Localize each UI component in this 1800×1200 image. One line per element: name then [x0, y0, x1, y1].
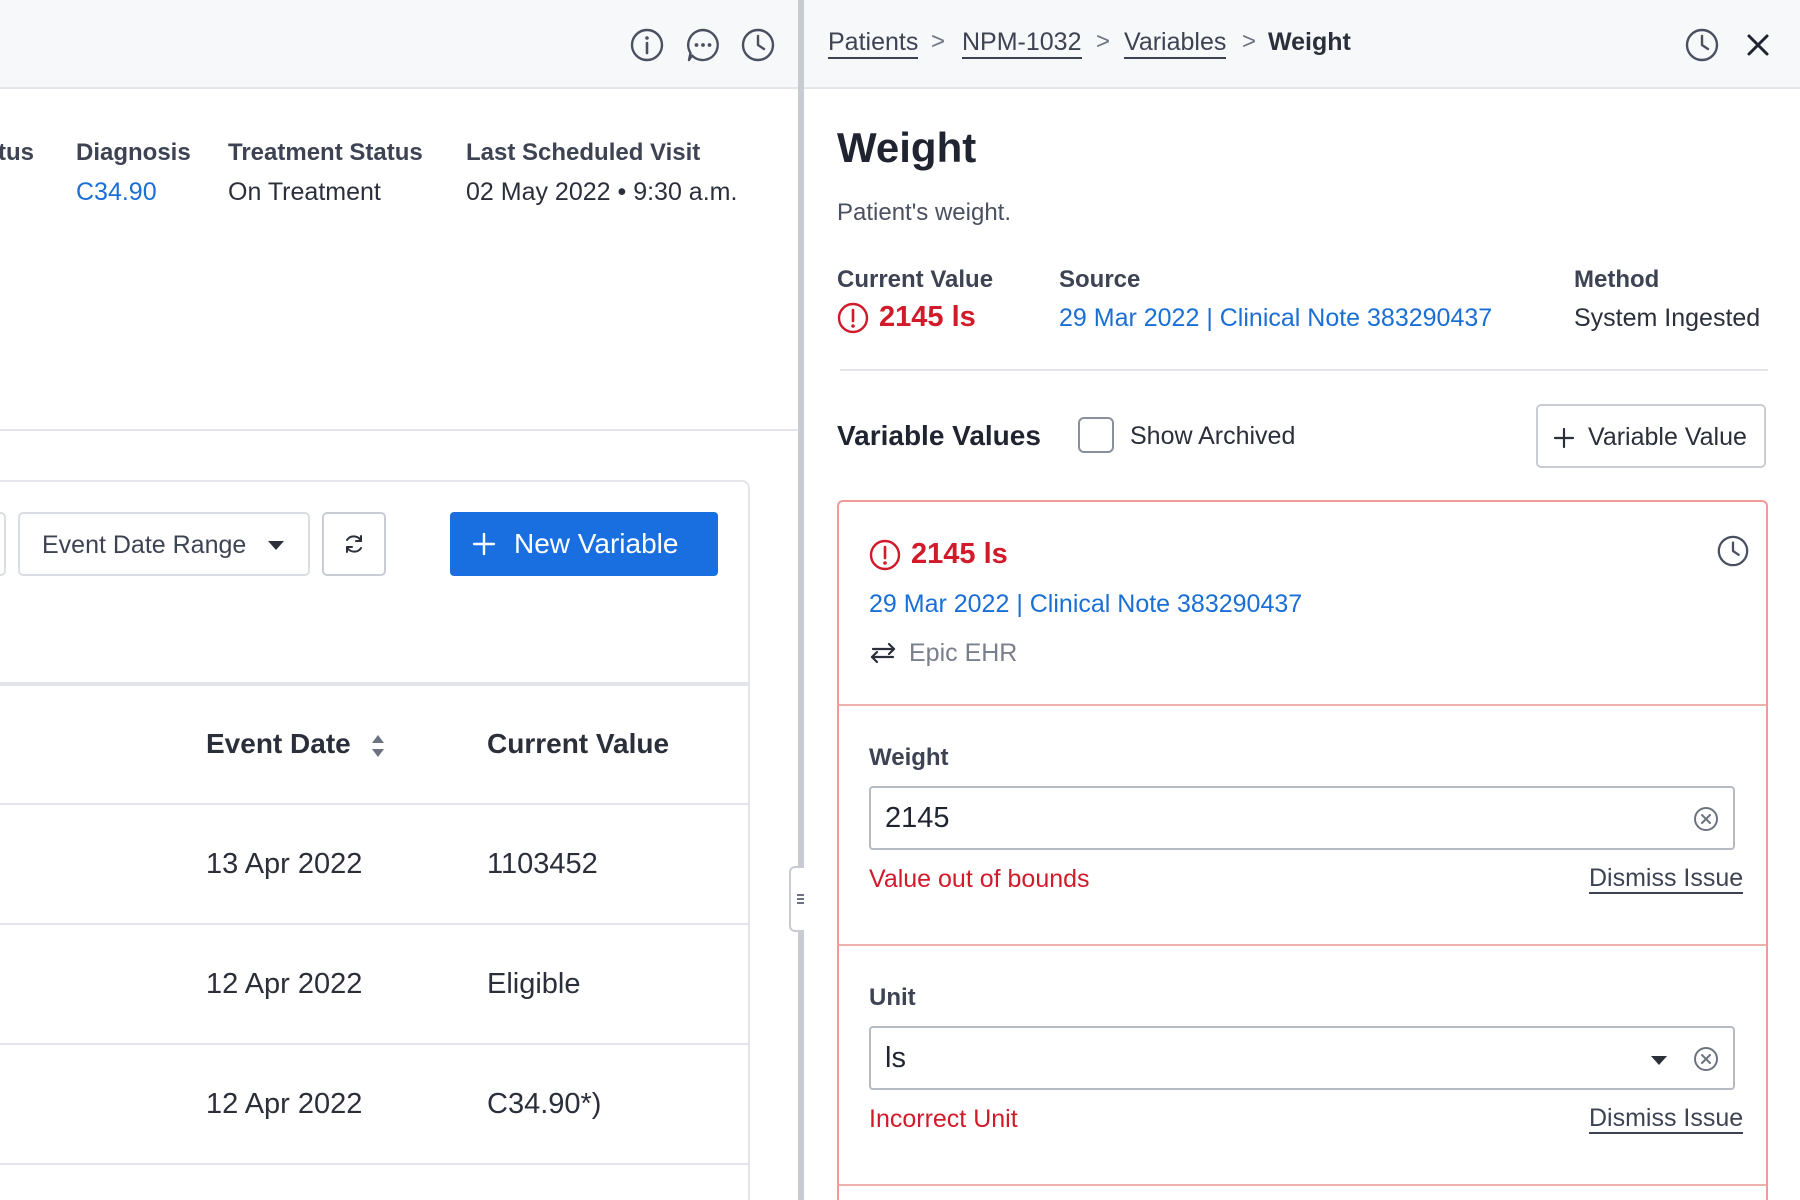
event-date-range-dropdown[interactable]: Event Date Range — [18, 512, 310, 576]
chevron-right-icon: > — [1242, 28, 1257, 55]
breadcrumb-patients[interactable]: Patients — [828, 27, 919, 59]
alert-circle-icon — [837, 302, 869, 333]
sort-icon[interactable] — [371, 734, 385, 758]
refresh-button[interactable] — [322, 512, 386, 576]
column-header-event-date[interactable]: Event Date — [206, 728, 385, 760]
card-value-text: 2145 ls — [911, 538, 1008, 570]
unit-field-label: Unit — [869, 984, 916, 1011]
dismiss-issue-link[interactable]: Dismiss Issue — [1589, 864, 1744, 894]
unit-select[interactable]: ls — [869, 1026, 1735, 1090]
card-divider — [839, 1184, 1766, 1186]
clear-icon[interactable] — [1693, 1046, 1719, 1072]
history-icon[interactable] — [1716, 534, 1750, 568]
show-archived-label[interactable]: Show Archived — [1130, 422, 1295, 451]
breadcrumb-variables[interactable]: Variables — [1124, 27, 1227, 59]
caret-down-icon — [1651, 1056, 1667, 1065]
card-divider — [839, 704, 1766, 706]
current-value-text: 2145 ls — [879, 301, 976, 333]
add-variable-value-button[interactable]: Variable Value — [1536, 404, 1766, 468]
plus-icon — [472, 532, 496, 556]
weight-input-value: 2145 — [885, 802, 950, 834]
left-toolbar — [0, 0, 798, 89]
row-divider — [0, 923, 750, 925]
page-description: Patient's weight. — [837, 199, 1012, 226]
info-icon[interactable] — [629, 27, 665, 63]
add-variable-value-label: Variable Value — [1588, 423, 1747, 451]
row-2-event-date: 12 Apr 2022 — [206, 968, 363, 1000]
source-link[interactable]: 29 Mar 2022 | Clinical Note 383290437 — [1059, 304, 1492, 333]
row-divider — [0, 803, 750, 805]
card-value: 2145 ls — [869, 538, 1008, 571]
filter-control-partial[interactable] — [0, 512, 6, 576]
variables-card — [0, 480, 750, 1200]
breadcrumb-current: Weight — [1268, 28, 1351, 56]
row-3-event-date: 12 Apr 2022 — [206, 1088, 363, 1120]
diagnosis-value[interactable]: C34.90 — [76, 178, 157, 207]
current-value: 2145 ls — [837, 301, 976, 334]
weight-field-label: Weight — [869, 744, 949, 771]
divider — [840, 369, 1768, 371]
sync-arrows-icon — [870, 643, 896, 664]
divider — [0, 429, 798, 431]
treatment-status-label: Treatment Status — [228, 139, 423, 166]
column-header-label: Event Date — [206, 728, 351, 759]
last-visit-value: 02 May 2022 • 9:30 a.m. — [466, 178, 738, 206]
new-variable-label: New Variable — [514, 528, 679, 559]
show-archived-checkbox[interactable] — [1078, 417, 1114, 453]
row-2-current-value[interactable]: Eligible — [487, 968, 581, 1001]
breadcrumb-patient-id[interactable]: NPM-1032 — [962, 27, 1082, 59]
card-source-link[interactable]: 29 Mar 2022 | Clinical Note 383290437 — [869, 590, 1302, 619]
source-label: Source — [1059, 266, 1141, 293]
row-divider — [0, 1163, 750, 1165]
column-header-current-value: Current Value — [487, 728, 670, 759]
unit-error-message: Incorrect Unit — [869, 1105, 1018, 1133]
chevron-right-icon: > — [1096, 28, 1111, 55]
row-1-current-value[interactable]: 1103452 — [487, 848, 598, 881]
weight-input[interactable]: 2145 — [869, 786, 1735, 850]
unit-select-value: ls — [885, 1042, 906, 1074]
history-icon[interactable] — [740, 27, 776, 63]
new-variable-button[interactable]: New Variable — [450, 512, 718, 576]
event-date-range-label: Event Date Range — [42, 531, 247, 559]
page-title: Weight — [837, 124, 977, 171]
chevron-right-icon: > — [931, 28, 946, 55]
dismiss-issue-link[interactable]: Dismiss Issue — [1589, 1104, 1744, 1134]
card-origin: Epic EHR — [869, 638, 1017, 668]
card-divider — [839, 944, 1766, 946]
method-value: System Ingested — [1574, 304, 1761, 332]
refresh-icon — [346, 535, 362, 553]
patient-detail-pane: tus Diagnosis C34.90 Treatment Status On… — [0, 0, 798, 1200]
status-label-partial: tus — [0, 139, 34, 166]
alert-circle-icon — [869, 539, 901, 570]
row-3-current-value[interactable]: C34.90*) — [487, 1088, 601, 1121]
card-origin-text: Epic EHR — [909, 638, 1018, 667]
variable-values-title: Variable Values — [837, 420, 1041, 451]
current-value-label: Current Value — [837, 266, 994, 293]
diagnosis-label: Diagnosis — [76, 139, 191, 166]
plus-icon — [1553, 427, 1575, 449]
method-label: Method — [1574, 266, 1660, 293]
last-visit-label: Last Scheduled Visit — [466, 139, 701, 166]
variable-detail-pane: Patients > NPM-1032 > Variables > Weight… — [804, 0, 1800, 1200]
chat-icon[interactable] — [685, 27, 721, 63]
table-top-border — [0, 682, 750, 686]
right-toolbar: Patients > NPM-1032 > Variables > Weight — [804, 0, 1800, 89]
variable-value-card: 2145 ls 29 Mar 2022 | Clinical Note 3832… — [837, 500, 1768, 1200]
close-icon[interactable] — [1740, 27, 1776, 63]
row-1-event-date: 13 Apr 2022 — [206, 848, 363, 880]
treatment-status-value: On Treatment — [228, 178, 381, 206]
history-icon[interactable] — [1684, 27, 1720, 63]
row-divider — [0, 1043, 750, 1045]
weight-error-message: Value out of bounds — [869, 865, 1090, 893]
caret-down-icon — [268, 541, 284, 550]
clear-icon[interactable] — [1693, 806, 1719, 832]
